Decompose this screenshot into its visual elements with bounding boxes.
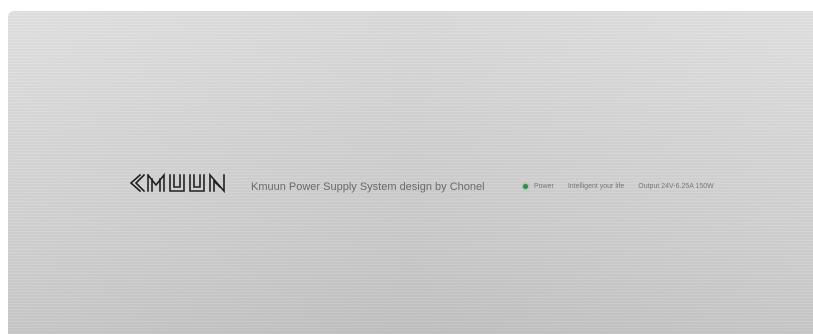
- brushed-metal-panel: Kmuun Power Supply System design by Chon…: [8, 11, 813, 334]
- power-led-icon: [523, 184, 528, 189]
- power-label: Power: [534, 183, 554, 190]
- power-indicator: Power: [523, 183, 554, 190]
- product-image: Kmuun Power Supply System design by Chon…: [0, 0, 813, 334]
- output-spec-text: Output 24V-6.25A 150W: [638, 183, 714, 190]
- slogan-text: Intelligent your life: [567, 183, 625, 190]
- product-tagline: Kmuun Power Supply System design by Chon…: [251, 181, 485, 193]
- brand-logo: [128, 173, 238, 193]
- status-strip: Power Intelligent your life Output 24V-6…: [523, 183, 714, 190]
